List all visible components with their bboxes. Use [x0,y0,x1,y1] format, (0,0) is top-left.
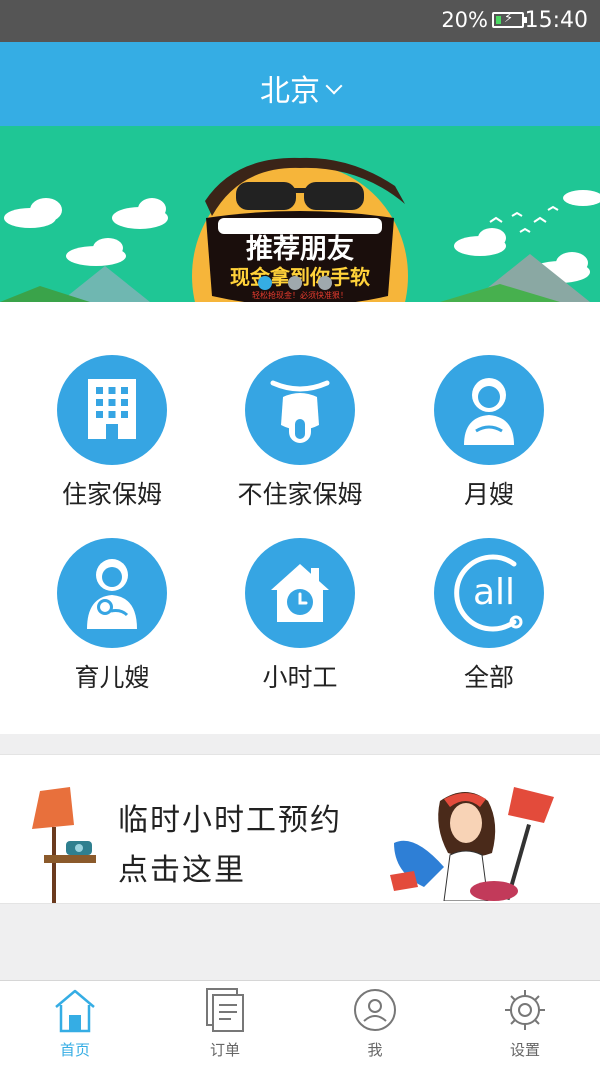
city-selector[interactable]: 北京 [0,66,600,110]
nanny-icon [434,355,544,465]
service-all[interactable]: all 全部 [389,538,589,694]
service-label: 月嫂 [463,480,514,509]
tab-home[interactable]: 首页 [0,981,150,1068]
call-all-icon: all [434,538,544,648]
settings-icon [450,981,600,1033]
building-icon [57,355,167,465]
service-label: 全部 [463,663,514,692]
chevron-down-icon [325,77,343,95]
service-label: 育儿嫂 [74,663,150,692]
status-bar: 20% ⚡ 15:40 [0,0,600,42]
carousel-dots [258,276,332,290]
service-live-in-nanny[interactable]: 住家保姆 [12,355,212,511]
service-label: 住家保姆 [61,480,162,509]
promo-banner[interactable]: 推荐朋友 现金拿到你手软 轻松抢现金！必须快准狠！ [0,126,600,302]
tab-label: 首页 [59,1041,90,1059]
tab-orders[interactable]: 订单 [150,981,300,1068]
home-icon [0,981,150,1033]
service-label: 小时工 [262,663,338,692]
battery-percent: 20% [441,8,488,32]
mother-baby-icon [57,538,167,648]
tab-me[interactable]: 我 [300,981,450,1068]
tab-label: 我 [367,1041,383,1059]
banner-small-text: 轻松抢现金！必须快准狠！ [252,290,348,300]
lamp-phone-illustration [32,787,96,903]
cleaning-lady-illustration [390,787,554,901]
service-maternity-nanny[interactable]: 月嫂 [389,355,589,511]
service-childcare[interactable]: 育儿嫂 [12,538,212,694]
carousel-dot[interactable] [288,276,302,290]
service-label: 不住家保姆 [237,480,363,509]
app-header: 北京 [0,42,600,126]
profile-icon [300,981,450,1033]
tab-settings[interactable]: 设置 [450,981,600,1068]
scooter-icon [245,355,355,465]
tab-label: 设置 [509,1041,540,1059]
tab-label: 订单 [209,1041,240,1059]
orders-icon [150,981,300,1033]
city-name: 北京 [260,74,320,109]
house-clock-icon [245,538,355,648]
battery-icon: ⚡ [492,11,527,28]
bottom-tab-bar: 首页 订单 我 设置 [0,980,600,1068]
svg-text:all: all [473,572,515,613]
promo-line2: 点击这里 [118,853,246,888]
service-hourly-worker[interactable]: 小时工 [200,538,400,694]
service-grid: 住家保姆 不住家保姆 月嫂 育儿嫂 小时工 all 全部 [0,302,600,734]
carousel-dot[interactable] [258,276,272,290]
clock: 15:40 [524,8,588,33]
carousel-dot[interactable] [318,276,332,290]
promo-line1: 临时小时工预约 [118,803,342,838]
hourly-booking-card[interactable]: 临时小时工预约 点击这里 [0,754,600,904]
service-live-out-nanny[interactable]: 不住家保姆 [200,355,400,511]
banner-title: 推荐朋友 [246,234,354,265]
